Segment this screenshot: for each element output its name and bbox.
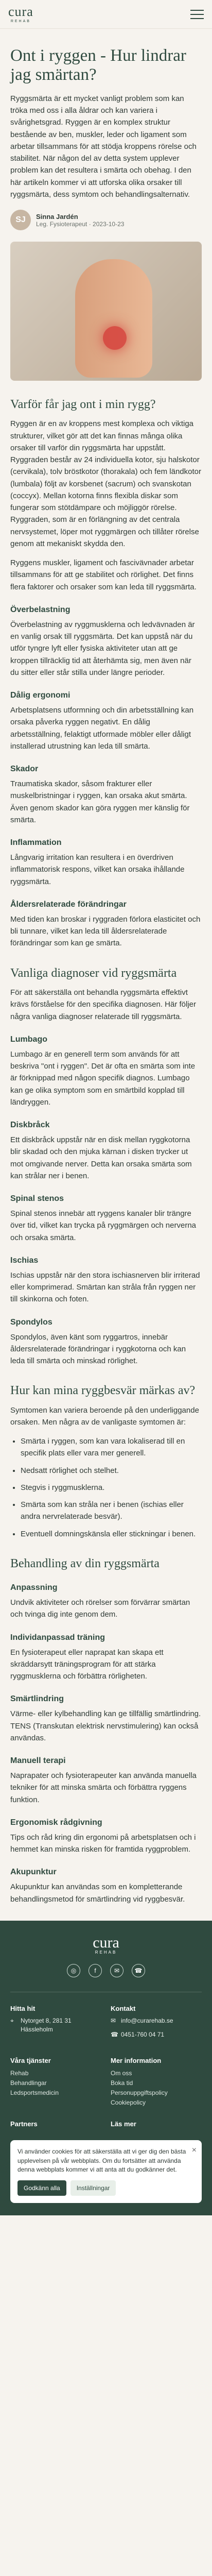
back-pain-hero-image <box>10 242 202 381</box>
footer-heading: Mer information <box>111 2056 162 2064</box>
email-icon[interactable]: ✉ <box>110 1963 123 1977</box>
brand-name: cura <box>8 4 33 19</box>
symptom-list: Smärta i ryggen, som kan vara lokalisera… <box>10 1435 202 1540</box>
instagram-icon[interactable]: ◎ <box>67 1963 80 1977</box>
brand-name: cura <box>93 1934 119 1951</box>
section-paragraph: Arbetsplatsens utformning och din arbets… <box>10 706 194 751</box>
hamburger-menu-icon[interactable] <box>190 9 204 19</box>
section-heading: Smärtlindring <box>10 1694 64 1704</box>
section-paragraph: Symtomen kan variera beroende på den und… <box>10 1405 199 1427</box>
accept-cookies-button[interactable]: Godkänn alla <box>17 2180 66 2196</box>
list-item: Smärta som kan stråla ner i benen (ischi… <box>21 1499 202 1523</box>
close-icon[interactable]: × <box>192 2144 197 2156</box>
cookie-actions: Godkänn alla Inställningar <box>17 2180 195 2196</box>
social-links: ◎ f ✉ ☎ <box>10 1963 202 1977</box>
section-paragraph: Traumatiska skador, såsom frakturer elle… <box>10 779 190 824</box>
section-paragraph: Med tiden kan broskar i ryggraden förlor… <box>10 914 201 948</box>
section-heading: Ergonomisk rådgivning <box>10 1818 102 1827</box>
footer-heading: Hitta hit <box>10 2004 36 2012</box>
footer-logo[interactable]: cura REHAB <box>10 1935 202 1955</box>
address: ⌖ Nytorget 8, 281 31 Hässleholm <box>10 2016 101 2034</box>
section-heading: Vanliga diagnoser vid ryggsmärta <box>10 966 177 980</box>
section-paragraph: Spinal stenos innebär att ryggens kanale… <box>10 1209 197 1242</box>
phone-icon[interactable]: ☎ <box>132 1963 145 1977</box>
section-paragraph: Spondylos, även känt som ryggartros, inn… <box>10 1332 186 1366</box>
footer-link[interactable]: Rehab <box>10 2069 101 2078</box>
site-header: cura REHAB <box>0 0 212 29</box>
author-name: Sinna Jardén <box>36 212 78 221</box>
section-heading: Spinal stenos <box>10 1194 64 1204</box>
section-paragraph: Långvarig irritation kan resultera i en … <box>10 853 185 886</box>
brand-logo[interactable]: cura REHAB <box>8 4 33 24</box>
list-item: Nedsatt rörlighet och stelhet. <box>21 1465 202 1477</box>
footer-link[interactable]: Cookiepolicy <box>111 2098 202 2108</box>
section-heading: Varför får jag ont i min rygg? <box>10 398 156 412</box>
section-heading: Hur kan mina ryggbesvär märkas av? <box>10 1384 196 1398</box>
footer-link[interactable]: Behandlingar <box>10 2078 101 2088</box>
email-link[interactable]: ✉ info@curarehab.se <box>111 2016 202 2025</box>
email-icon: ✉ <box>111 2016 116 2024</box>
section-paragraph: Naprapater och fysioterapeuter kan använ… <box>10 1771 197 1804</box>
facebook-icon[interactable]: f <box>89 1963 102 1977</box>
address-text: Nytorget 8, 281 31 Hässleholm <box>21 2016 72 2033</box>
section-why: Varför får jag ont i min rygg? Ryggen är… <box>10 397 202 593</box>
section-heading: Dålig ergonomi <box>10 691 70 700</box>
section-paragraph: Undvik aktiviteter och rörelser som förv… <box>10 1598 190 1619</box>
section-paragraph: För att säkerställa ont behandla ryggsmä… <box>10 988 197 1021</box>
section-paragraph: En fysioterapeut eller naprapat kan skap… <box>10 1648 164 1681</box>
footer-heading: Partners <box>10 2120 38 2128</box>
section-heading: Spondylos <box>10 1317 52 1327</box>
footer-link[interactable]: Om oss <box>111 2069 202 2078</box>
section-heading: Akupunktur <box>10 1868 57 1877</box>
phone-link[interactable]: ☎ 0451-760 04 71 <box>111 2030 202 2039</box>
list-item: Stegvis i ryggmusklerna. <box>21 1482 202 1494</box>
cookie-settings-button[interactable]: Inställningar <box>70 2180 116 2196</box>
brand-sub: REHAB <box>10 20 31 23</box>
cookie-banner: × Vi använder cookies för att säkerställ… <box>10 2140 202 2204</box>
footer-link[interactable]: Personuppgiftspolicy <box>111 2088 202 2098</box>
phone-icon: ☎ <box>111 2030 118 2038</box>
list-item: Smärta i ryggen, som kan vara lokalisera… <box>21 1435 202 1460</box>
section-heading: Behandling av din ryggsmärta <box>10 1556 160 1570</box>
section-heading: Lumbago <box>10 1035 47 1044</box>
section-paragraph: Tips och råd kring din ergonomi på arbet… <box>10 1833 196 1854</box>
footer-link[interactable]: Boka tid <box>111 2078 202 2088</box>
footer-columns: Hitta hit ⌖ Nytorget 8, 281 31 Hässleholm… <box>10 1991 202 2132</box>
section-paragraph: Akupunktur kan användas som en komplette… <box>10 1883 185 1904</box>
author-meta: Leg. Fysioterapeut · 2023-10-23 <box>36 220 125 228</box>
location-icon: ⌖ <box>10 2016 14 2024</box>
section-heading: Diskbråck <box>10 1121 50 1130</box>
section-heading: Ischias <box>10 1256 39 1265</box>
article: Ont i ryggen - Hur lindrar jag smärtan? … <box>0 29 212 1921</box>
phone-text: 0451-760 04 71 <box>121 2030 165 2038</box>
author-card: SJ Sinna Jardén Leg. Fysioterapeut · 202… <box>10 210 202 231</box>
article-intro: Ryggsmärta är ett mycket vanligt problem… <box>10 94 197 199</box>
section-paragraph: Ischias uppstår när den stora ischiasner… <box>10 1270 200 1304</box>
section-heading: Anpassning <box>10 1583 58 1592</box>
section-paragraph: Överbelastning av ryggmusklerna och ledv… <box>10 620 195 677</box>
site-footer: Hitta hit ⌖ Nytorget 8, 281 31 Hässleholm… <box>0 1991 212 2216</box>
footer-link[interactable]: Ledsportsmedicin <box>10 2088 101 2098</box>
section-heading: Skador <box>10 765 39 774</box>
list-item: Eventuell domningskänsla eller stickning… <box>21 1528 202 1540</box>
section-heading: Manuell terapi <box>10 1756 66 1766</box>
footer-heading: Läs mer <box>111 2120 136 2128</box>
section-paragraph: Ryggen är en av kroppens mest komplexa o… <box>10 419 201 548</box>
author-avatar: SJ <box>10 210 31 231</box>
section-paragraph: Ryggens muskler, ligament och fascivävna… <box>10 558 197 591</box>
section-paragraph: Ett diskbråck uppstår när en disk mellan… <box>10 1136 192 1180</box>
section-paragraph: Lumbago är en generell term som används … <box>10 1049 196 1107</box>
footer-brand-band: cura REHAB ◎ f ✉ ☎ <box>0 1920 212 1992</box>
brand-sub: REHAB <box>95 1950 117 1955</box>
footer-heading: Kontakt <box>111 2004 136 2012</box>
section-heading: Individanpassad träning <box>10 1633 105 1642</box>
section-heading: Åldersrelaterade förändringar <box>10 900 127 909</box>
section-paragraph: Värme- eller kylbehandling kan ge tillfä… <box>10 1709 201 1742</box>
page-title: Ont i ryggen - Hur lindrar jag smärtan? <box>10 46 186 84</box>
section-heading: Inflammation <box>10 838 62 848</box>
cookie-text: Vi använder cookies för att säkerställa … <box>17 2148 186 2174</box>
footer-heading: Våra tjänster <box>10 2056 51 2064</box>
section-heading: Överbelastning <box>10 605 70 614</box>
email-text: info@curarehab.se <box>121 2016 173 2024</box>
